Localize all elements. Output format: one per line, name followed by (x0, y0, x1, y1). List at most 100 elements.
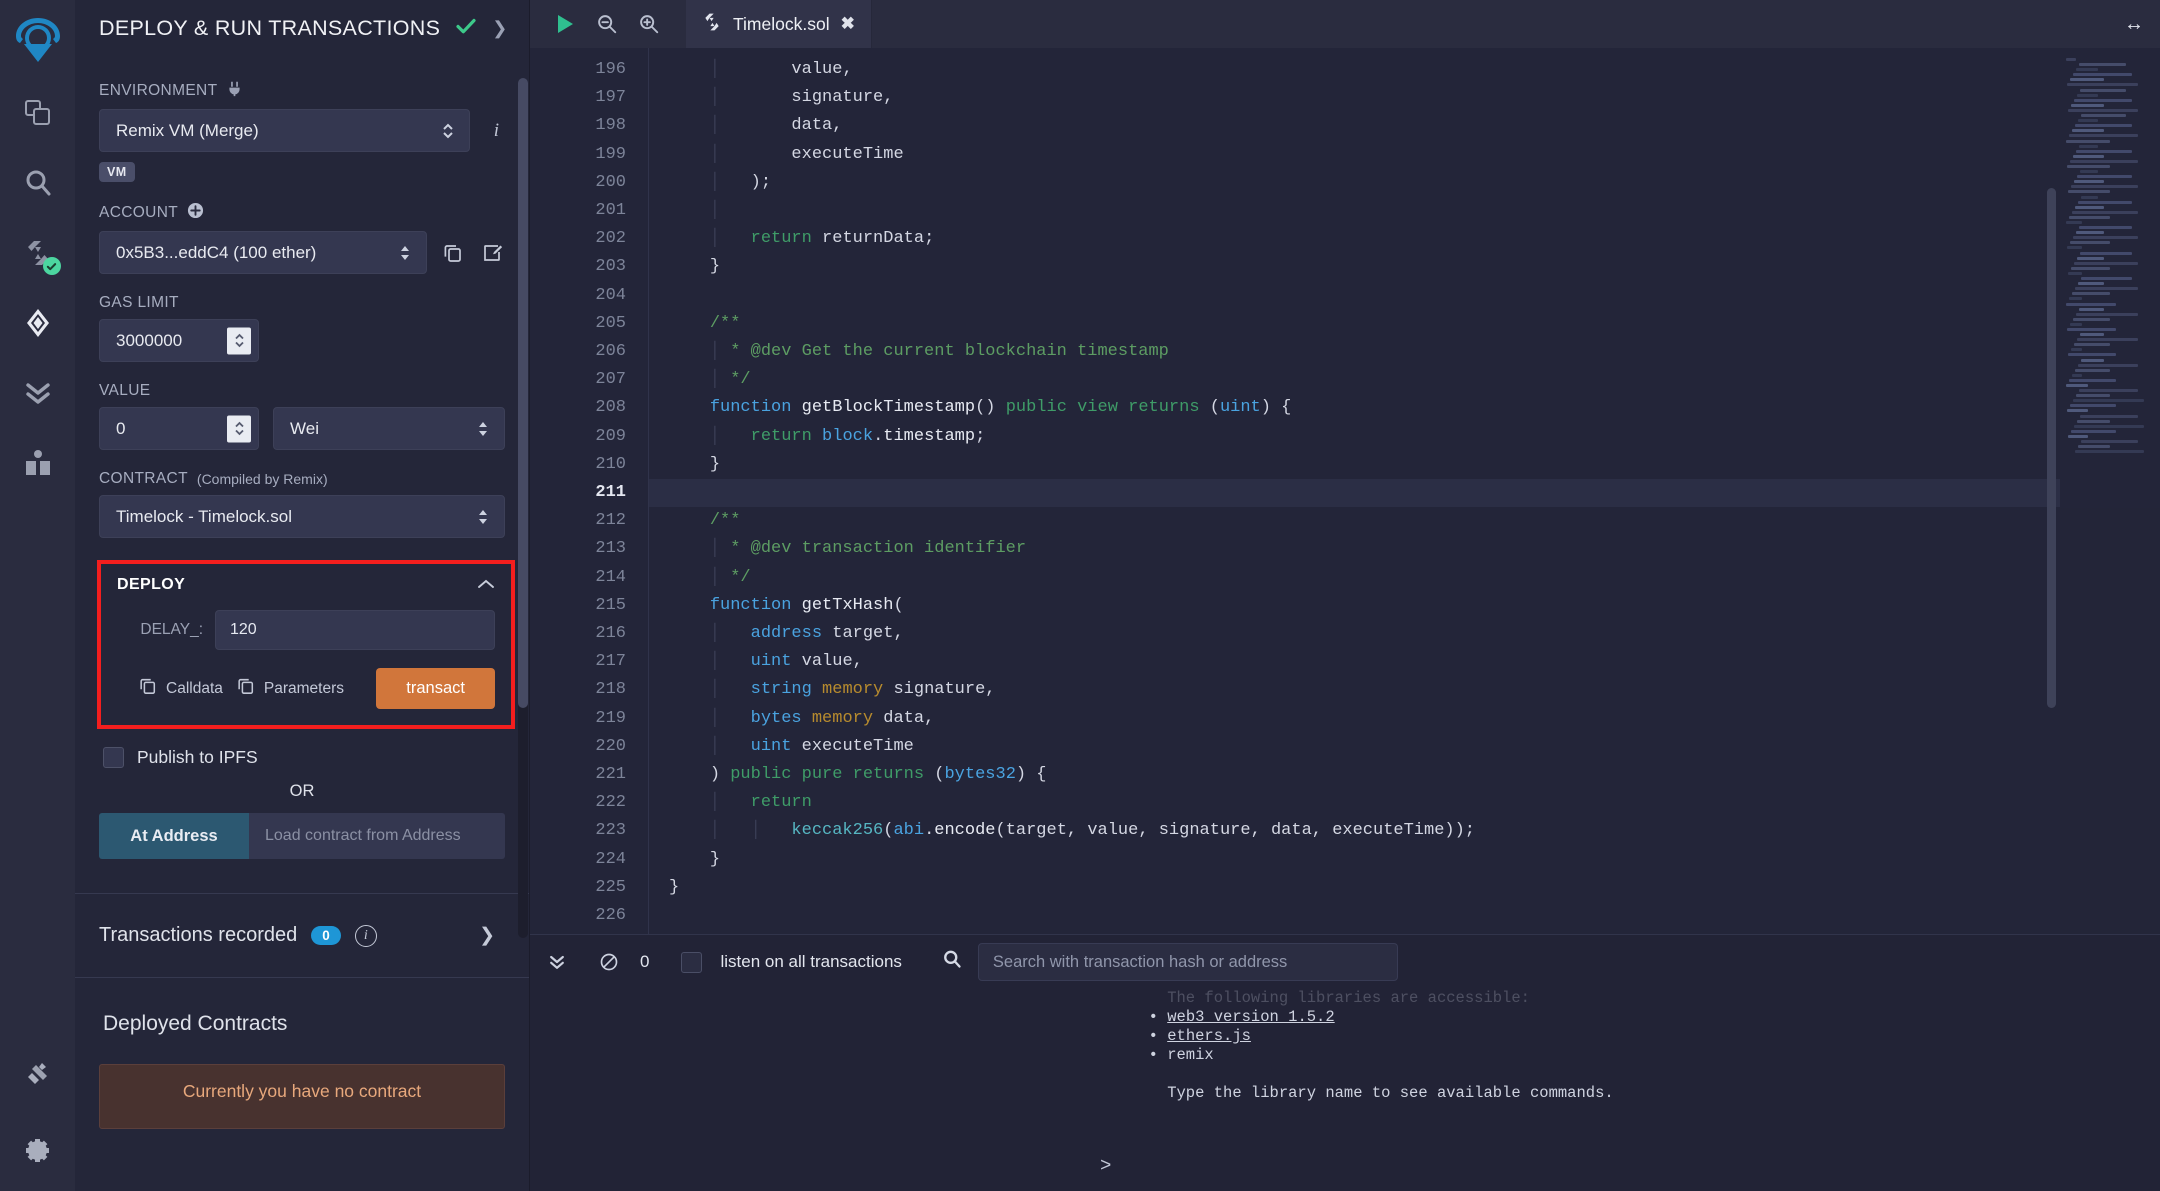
minimap-line (2079, 226, 2132, 230)
solidity-file-icon (702, 12, 722, 37)
minimap-line (2073, 154, 2104, 158)
chevron-updown-icon[interactable] (393, 241, 417, 265)
chevron-updown-icon[interactable] (471, 417, 495, 441)
search-icon[interactable] (19, 164, 57, 202)
collapse-chevrons-icon[interactable] (540, 945, 574, 979)
add-account-icon[interactable] (187, 202, 204, 224)
environment-select[interactable]: Remix VM (Merge) (99, 109, 470, 152)
code-editor[interactable]: 196 197 198 199 200 201 202 203 204 205 206 207 208 2… (530, 48, 2160, 934)
minimap-line (2074, 343, 2110, 347)
deploy-actions: Calldata Parameters transact (117, 668, 495, 709)
minimap-line (2081, 358, 2104, 362)
search-icon[interactable] (942, 949, 962, 975)
terminal-prompt[interactable]: > (530, 1145, 2160, 1191)
transactions-recorded-label: Transactions recorded (99, 924, 298, 946)
chevron-updown-icon[interactable] (436, 119, 460, 143)
terminal-search: Search with transaction hash or address (942, 943, 2160, 981)
zoom-out-icon[interactable] (586, 3, 628, 45)
contract-sublabel: (Compiled by Remix) (196, 471, 328, 487)
copy-parameters-button[interactable]: Parameters (237, 677, 344, 700)
minimap-line (2070, 241, 2110, 245)
line-number: 200 (595, 172, 626, 192)
learneth-icon[interactable] (19, 444, 57, 482)
listen-all-transactions-checkbox[interactable] (681, 951, 703, 973)
minimap-line (2067, 409, 2088, 413)
deploy-param-input[interactable]: 120 (215, 610, 495, 650)
copy-calldata-button[interactable]: Calldata (139, 677, 223, 700)
chevron-updown-icon[interactable] (471, 505, 495, 529)
transactions-recorded-count: 0 (311, 926, 341, 945)
copy-account-icon[interactable] (440, 240, 466, 266)
code-minimap[interactable] (2060, 48, 2160, 934)
copy-icon (139, 677, 157, 700)
at-address-button[interactable]: At Address (99, 813, 249, 859)
editor-tabbar: Timelock.sol ✖ ↔ (530, 0, 2160, 48)
chevron-right-icon[interactable]: ❯ (492, 19, 507, 37)
file-explorer-icon[interactable] (19, 94, 57, 132)
minimap-line (2078, 119, 2098, 123)
compiler-success-badge (42, 257, 61, 275)
minimap-line (2079, 144, 2098, 148)
at-address-input[interactable]: Load contract from Address (249, 813, 505, 859)
minimap-line (2079, 389, 2138, 393)
solidity-compiler-icon[interactable] (19, 234, 61, 275)
chevron-right-icon[interactable]: ❯ (479, 924, 505, 947)
line-number: 215 (595, 595, 626, 615)
check-icon (454, 14, 478, 42)
transactions-recorded-row[interactable]: Transactions recorded 0 i ❯ (99, 894, 505, 947)
clear-console-icon[interactable] (592, 945, 626, 979)
code-content[interactable]: │ value, │ signature, │ data, │ executeT… (648, 48, 2060, 934)
run-script-icon[interactable] (544, 3, 586, 45)
transact-button[interactable]: transact (376, 668, 495, 709)
publish-ipfs-label: Publish to IPFS (137, 747, 258, 767)
zoom-in-icon[interactable] (628, 3, 670, 45)
account-select[interactable]: 0x5B3...eddC4 (100 ether) (99, 231, 427, 274)
minimap-line (2075, 450, 2144, 454)
environment-info-icon[interactable]: i (488, 120, 505, 142)
sign-message-icon[interactable] (479, 240, 505, 266)
contract-label: CONTRACT (Compiled by Remix) (99, 470, 328, 487)
line-number: 197 (595, 88, 626, 108)
line-number: 217 (595, 652, 626, 672)
value-unit-select[interactable]: Wei (273, 407, 505, 450)
debugger-icon[interactable] (19, 374, 57, 412)
contract-select[interactable]: Timelock - Timelock.sol (99, 495, 505, 538)
line-number: 198 (595, 116, 626, 136)
deploy-param-label: DELAY_: (140, 621, 203, 638)
minimap-line (2081, 440, 2138, 444)
plugin-manager-icon[interactable] (19, 1055, 57, 1093)
minimap-line (2066, 384, 2088, 387)
settings-gear-icon[interactable] (19, 1131, 57, 1169)
line-number: 201 (595, 201, 626, 221)
line-number: 210 (595, 454, 626, 474)
gas-limit-wrap: 3000000 (99, 319, 259, 362)
resize-horizontal-icon[interactable]: ↔ (2124, 13, 2144, 36)
current-line-highlight (649, 479, 2060, 508)
info-icon[interactable]: i (354, 924, 377, 947)
search-input[interactable]: Search with transaction hash or address (977, 943, 1398, 981)
line-number: 221 (595, 765, 626, 785)
minimap-line (2074, 180, 2104, 184)
minimap-line (2078, 363, 2138, 367)
deploy-run-icon[interactable] (19, 304, 57, 342)
minimap-line (2068, 271, 2082, 275)
line-number: 208 (595, 398, 626, 418)
gas-limit-stepper[interactable] (227, 327, 251, 354)
close-icon[interactable]: ✖ (841, 14, 855, 34)
minimap-line (2070, 404, 2116, 408)
minimap-line (2067, 83, 2138, 87)
minimap-line (2080, 251, 2132, 255)
panel-scrollbar[interactable] (518, 78, 528, 938)
value-stepper[interactable] (227, 415, 251, 442)
parameters-label: Parameters (263, 679, 344, 697)
minimap-line (2080, 170, 2098, 174)
minimap-line (2068, 353, 2116, 357)
line-number: 206 (595, 342, 626, 362)
minimap-line (2077, 419, 2110, 423)
chevron-up-icon[interactable] (477, 577, 495, 594)
listen-all-transactions-label: listen on all transactions (720, 952, 902, 971)
publish-ipfs-row[interactable]: Publish to IPFS (103, 747, 505, 768)
tab-timelock-sol[interactable]: Timelock.sol ✖ (686, 0, 872, 48)
publish-ipfs-checkbox[interactable] (103, 747, 124, 768)
editor-scrollbar-vertical[interactable] (2047, 48, 2056, 768)
